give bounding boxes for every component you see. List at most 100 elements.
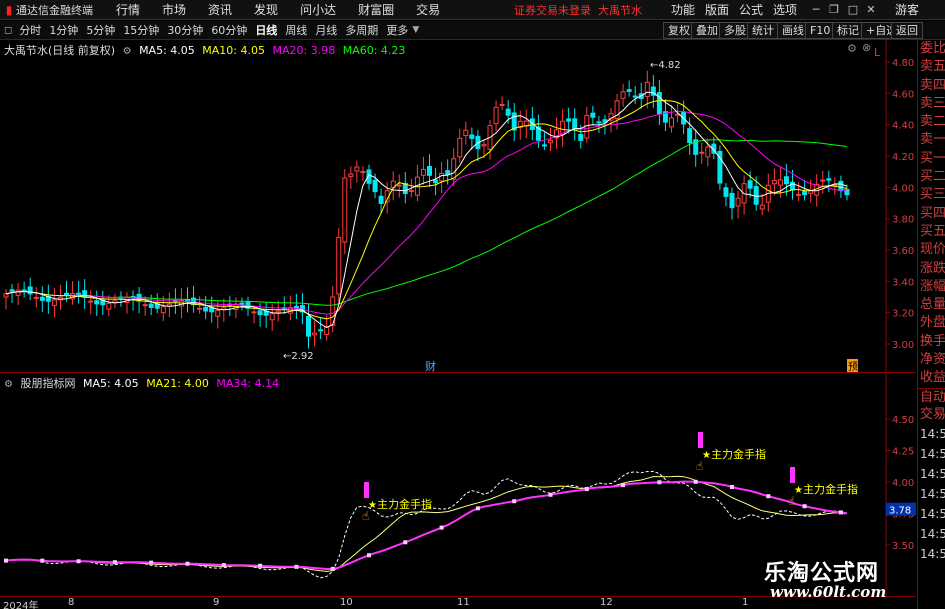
settings-gear-icon[interactable]: ⚙	[123, 46, 132, 57]
tab-intraday[interactable]: 分时	[19, 22, 41, 38]
quote-item[interactable]: 卖三	[918, 95, 945, 113]
kline-chart-panel[interactable]: 4.80 4.60 4.40 4.20 4.00 3.80 3.60 3.40 3.20 3.00…	[0, 40, 916, 373]
menu-bar: ▮ 通达信金融终端 行情 市场 资讯 发现 问小达 财富圈 交易 证券交易未登录…	[0, 0, 945, 20]
maximize-icon[interactable]: □	[845, 0, 861, 20]
quote-item[interactable]: 收益	[918, 369, 945, 387]
quote-item[interactable]: 委比	[918, 40, 945, 58]
candle-body	[838, 180, 844, 192]
tab-more[interactable]: 更多	[386, 22, 408, 38]
candle-body	[354, 166, 360, 172]
restore-icon[interactable]: ❐	[826, 0, 842, 20]
quote-item[interactable]: 外盘	[918, 314, 945, 332]
indicator-dot	[548, 492, 553, 497]
quote-item[interactable]: 卖四	[918, 77, 945, 95]
menu-discover[interactable]: 发现	[254, 1, 278, 18]
indicator-dot	[475, 506, 480, 511]
main-chart-title: 大禹节水(日线 前复权)	[4, 44, 116, 57]
time-label-dec: 12	[600, 597, 613, 608]
tab-monthly[interactable]: 月线	[315, 22, 337, 38]
candle-body	[548, 139, 553, 144]
quote-item[interactable]: 买四	[918, 205, 945, 223]
tab-weekly[interactable]: 周线	[285, 22, 307, 38]
menu-news[interactable]: 资讯	[208, 1, 232, 18]
tab-30min[interactable]: 30分钟	[167, 22, 203, 38]
candle-body	[142, 304, 148, 307]
candle-body	[15, 289, 21, 296]
menu-formula[interactable]: 公式	[739, 1, 763, 18]
quote-item[interactable]: 卖二	[918, 113, 945, 131]
menu-layout[interactable]: 版面	[705, 1, 729, 18]
candle-body	[826, 178, 832, 181]
quote-side-panel: 委比 卖五 卖四 卖三 卖二 卖一 买一 买二 买三 买四 买五 现价 涨跌 涨…	[917, 40, 945, 609]
tab-15min[interactable]: 15分钟	[123, 22, 159, 38]
quote-item[interactable]: 买三	[918, 186, 945, 204]
f10-button[interactable]: F10	[805, 22, 836, 39]
back-button[interactable]: 返回	[891, 22, 923, 39]
time-label-nov: 11	[457, 597, 470, 608]
sub-legend-ma21: MA21: 4.00	[146, 377, 209, 390]
quote-item[interactable]: 买五	[918, 223, 945, 241]
minimize-icon[interactable]: ─	[808, 0, 824, 20]
indicator-current-value: 3.78	[889, 506, 911, 517]
tab-multi-period[interactable]: 多周期	[345, 22, 378, 38]
quote-item[interactable]: 买一	[918, 150, 945, 168]
tick-time: 14:56	[920, 487, 945, 502]
login-notice[interactable]: 证券交易未登录 大禹节水	[514, 2, 642, 18]
legend-ma10: MA10: 4.05	[202, 44, 265, 57]
menu-market-quotes[interactable]: 行情	[116, 1, 140, 18]
menu-ask-xiaoda[interactable]: 问小达	[300, 1, 336, 18]
indicator-dot	[112, 560, 117, 565]
menu-trade[interactable]: 交易	[416, 1, 440, 18]
tab-1min[interactable]: 1分钟	[49, 22, 78, 38]
candle-body	[372, 179, 378, 193]
candle-body	[777, 179, 783, 186]
quote-item[interactable]: 买二	[918, 168, 945, 186]
candle-body	[27, 286, 33, 295]
high-price-marker: ←4.82	[650, 60, 681, 71]
hand-pointer-icon: ☝	[696, 459, 703, 473]
tick-time: 14:56	[920, 507, 945, 522]
toolbar-square-icon[interactable]: ◻	[4, 25, 12, 36]
quote-item[interactable]: 卖五	[918, 58, 945, 76]
chart-close-icon[interactable]: ⊗	[862, 41, 871, 54]
indicator-dot	[258, 563, 263, 568]
tab-60min[interactable]: 60分钟	[211, 22, 247, 38]
menu-function[interactable]: 功能	[671, 1, 695, 18]
login-notice-text: 证券交易未登录	[514, 3, 591, 17]
menu-wealth-circle[interactable]: 财富圈	[358, 1, 394, 18]
menu-options[interactable]: 选项	[773, 1, 797, 18]
indicator-dot	[76, 559, 81, 564]
candle-body	[342, 177, 348, 243]
close-icon[interactable]: ✕	[863, 0, 879, 20]
quote-item[interactable]: 净资	[918, 351, 945, 369]
candle-body	[33, 296, 39, 299]
trade-label[interactable]: 交易	[918, 406, 945, 424]
indicator-settings-icon[interactable]: ⚙	[4, 379, 13, 390]
signal-star-icon: ★	[794, 485, 803, 496]
price-axis-label: 4.80	[892, 58, 914, 69]
candle-body	[669, 117, 674, 128]
auto-trade-label[interactable]: 自动	[918, 387, 945, 406]
indicator-dot	[367, 553, 371, 558]
tab-5min[interactable]: 5分钟	[86, 22, 115, 38]
tab-daily[interactable]: 日线	[255, 22, 277, 38]
indicator-dot	[149, 560, 154, 565]
chart-settings-icon[interactable]: ⚙	[847, 42, 857, 55]
guest-login[interactable]: 游客	[895, 1, 919, 18]
candle-body	[771, 179, 777, 185]
quote-item[interactable]: 现价	[918, 241, 945, 259]
more-dropdown-icon[interactable]: ▼	[412, 25, 419, 35]
quote-item[interactable]: 总量	[918, 296, 945, 314]
quote-item[interactable]: 涨幅	[918, 278, 945, 296]
kline-chart[interactable]: 4.80 4.60 4.40 4.20 4.00 3.80 3.60 3.40 3.20 3.00…	[0, 40, 916, 373]
signal-label: 主力金手指	[377, 497, 432, 511]
quote-item[interactable]: 换手	[918, 333, 945, 351]
mark-button[interactable]: 标记	[832, 22, 864, 39]
quote-item[interactable]: 卖一	[918, 131, 945, 149]
candle-body	[197, 307, 203, 310]
menu-market[interactable]: 市场	[162, 1, 186, 18]
time-label-oct: 10	[340, 597, 353, 608]
ma5-line	[5, 91, 848, 329]
quote-item[interactable]: 涨跌	[918, 260, 945, 278]
statistics-button[interactable]: 统计	[747, 22, 779, 39]
